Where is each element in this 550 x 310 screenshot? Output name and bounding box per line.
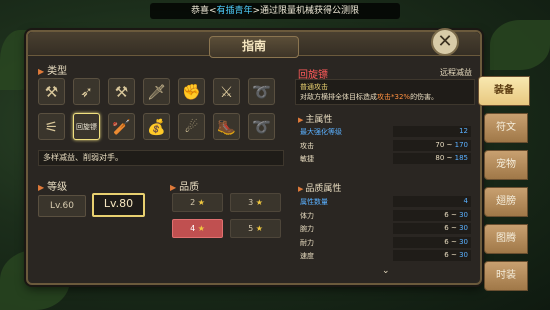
weapon-type-fist-icon[interactable]: ✊ [178,78,205,105]
quality-section-label: 品质 [179,182,200,193]
claw-icon: ⚟ [44,117,59,136]
level-option-80[interactable]: Lv.80 [92,193,145,217]
quality-option-3[interactable]: 3 ★ [230,193,281,212]
side-tab-4[interactable]: 图腾 [484,224,528,254]
level-section-header: ▶ 等级 [38,182,68,193]
stat-label: 最大强化等级 [300,128,342,136]
main-attributes-header: ▶ 主属性 [298,115,333,125]
dagger-icon: 🗡 [146,82,167,101]
side-tab-3[interactable]: 翅膀 [484,187,528,217]
hammer-icon: ⚒ [44,82,59,101]
side-tab-1[interactable]: 符文 [484,113,528,143]
stat-label: 属性数量 [300,198,328,206]
stat-row: 速度 6 ~ 30 [295,250,475,262]
side-tab-2[interactable]: 宠物 [484,150,528,180]
stat-value: 6 ~ 30 [393,236,471,248]
quality-attributes-header: ▶ 品质属性 [298,184,342,194]
stat-row: 腕力 6 ~ 30 [295,223,475,235]
bow-icon: ➶ [80,82,93,101]
panel-title: 指南 [241,39,266,53]
banner-player-name: 有插青年 [216,6,253,16]
stat-row: 最大强化等级 12 [295,126,475,138]
stat-row: 属性数量 4 [295,196,475,208]
axe-icon: ⚒ [114,82,129,101]
stat-label: 攻击 [300,141,314,150]
whip-icon: ➰ [252,82,271,101]
stat-value: 70 ~ 170 [393,139,471,151]
stat-label: 体力 [300,211,314,220]
stat-value: 6 ~ 30 [393,223,471,234]
stat-value: 4 [393,196,471,207]
weapon-type-pouch-icon[interactable]: 🥾 [213,113,240,140]
stat-value: 12 [393,126,471,137]
star-icon: ★ [197,198,205,207]
star-icon: ★ [255,224,263,233]
stat-row: 攻击 70 ~ 170 [295,139,475,152]
pouch-icon: 🥾 [217,117,236,136]
quality-option-2[interactable]: 2 ★ [172,193,223,212]
crossbow-icon: ⚔ [219,82,234,101]
fist-icon: ✊ [182,82,201,101]
quality-section-header: ▶ 品质 [170,182,200,193]
side-tab-0[interactable]: 装备 [478,76,530,106]
stat-row: 敏捷 80 ~ 185 [295,153,475,165]
weapon-type-axe-icon[interactable]: ⚒ [108,78,135,105]
background-leaf [490,20,550,70]
level-option-60[interactable]: Lv.60 [38,195,86,217]
banner-suffix: >通过限量机械获得公测限 [252,6,360,16]
quality-option-5[interactable]: 5 ★ [230,219,281,238]
stat-value: 80 ~ 185 [393,153,471,164]
weapon-type-hammer-icon[interactable]: ⚒ [38,78,65,105]
skill-name: 普通攻击 [300,83,328,91]
weapon-type-bag-icon[interactable]: 💰 [143,113,170,140]
stat-label: 腕力 [300,225,314,233]
skill-box: 普通攻击 对敌方横排全体目标造成攻击*32%的伤害。 [295,79,475,105]
level-section-label: 等级 [47,182,68,193]
stat-row: 耐力 6 ~ 30 [295,236,475,249]
weapon-type-claw-icon[interactable]: ⚟ [38,113,65,140]
type-section-label: 类型 [47,66,68,77]
skill-description: 对敌方横排全体目标造成攻击*32%的伤害。 [300,93,439,101]
announcement-banner: 恭喜<有插青年>通过限量机械获得公测限 [150,3,400,19]
close-icon[interactable]: ✕ [431,28,459,56]
weapon-type-club-icon[interactable]: 🏏 [108,113,135,140]
weapon-type-dagger-icon[interactable]: 🗡 [143,78,170,105]
item-class: 远程减益 [440,68,472,77]
weapon-type-rope-icon[interactable]: ➰ [248,113,275,140]
star-icon: ★ [255,198,263,207]
quality-option-4[interactable]: 4 ★ [172,219,223,238]
stat-row: 体力 6 ~ 30 [295,209,475,222]
side-tab-5[interactable]: 时装 [484,261,528,291]
weapon-type-crossbow-icon[interactable]: ⚔ [213,78,240,105]
star-icon: ★ [197,224,205,233]
weapon-type-cannon-icon[interactable]: ☄ [178,113,205,140]
boomerang-text: 回旋镖 [76,122,97,131]
weapon-type-boomerang-text[interactable]: 回旋镖 [73,113,100,140]
stat-label: 敏捷 [300,155,314,163]
type-section-header: ▶ 类型 [38,66,68,77]
weapon-type-bow-icon[interactable]: ➶ [73,78,100,105]
stat-label: 耐力 [300,238,314,247]
rope-icon: ➰ [252,117,271,136]
item-detail-panel: 回旋镖 远程减益 普通攻击 对敌方横排全体目标造成攻击*32%的伤害。 ▶ 主属性… [295,62,475,282]
weapon-type-whip-icon[interactable]: ➰ [248,78,275,105]
stat-value: 6 ~ 30 [393,209,471,221]
scroll-down-icon[interactable]: ⌄ [382,266,390,276]
stat-value: 6 ~ 30 [393,250,471,261]
cannon-icon: ☄ [184,117,199,136]
club-icon: 🏏 [112,117,131,136]
type-description: 多样减益、削弱对手。 [38,150,284,166]
banner-prefix: 恭喜< [190,6,217,16]
stat-label: 速度 [300,252,314,260]
bag-icon: 💰 [147,117,166,136]
